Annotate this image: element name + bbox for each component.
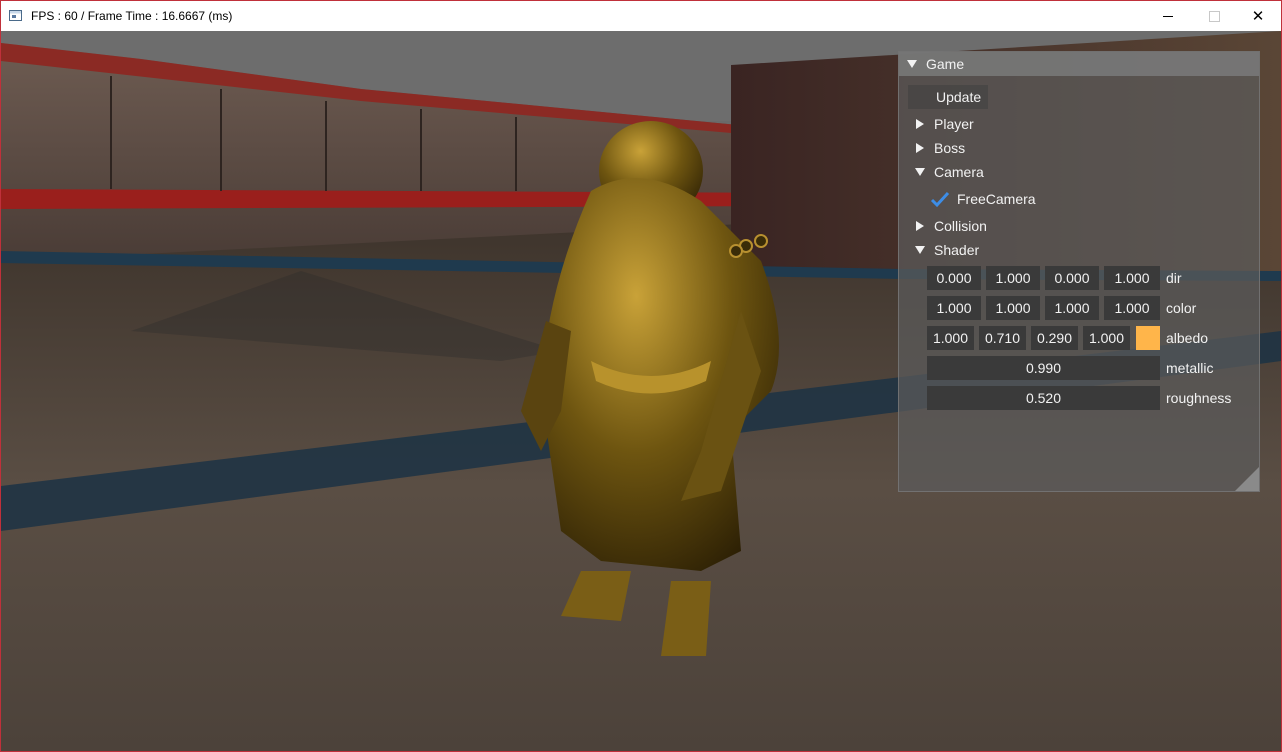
- game-panel[interactable]: Game Update Player Boss Camera FreeCamer…: [898, 51, 1260, 492]
- albedo-b-input[interactable]: 0.290: [1031, 326, 1078, 350]
- app-icon: [9, 10, 22, 21]
- window-title: FPS : 60 / Frame Time : 16.6667 (ms): [31, 9, 233, 23]
- tree-node-collision[interactable]: Collision: [934, 218, 987, 234]
- collapse-icon[interactable]: [907, 60, 917, 68]
- tree-node-boss[interactable]: Boss: [934, 140, 965, 156]
- close-button[interactable]: ✕: [1235, 1, 1281, 31]
- panel-title: Game: [926, 56, 965, 72]
- albedo-a-input[interactable]: 1.000: [1083, 326, 1130, 350]
- tree-arrow-right-icon[interactable]: [916, 221, 924, 231]
- color-b-input[interactable]: 1.000: [1045, 296, 1099, 320]
- free-camera-label: FreeCamera: [957, 191, 1036, 207]
- maximize-icon: [1208, 10, 1220, 22]
- albedo-g-input[interactable]: 0.710: [979, 326, 1026, 350]
- metallic-slider[interactable]: 0.990: [927, 356, 1160, 380]
- close-icon: ✕: [1251, 7, 1265, 25]
- color-g-input[interactable]: 1.000: [986, 296, 1040, 320]
- update-button-label: Update: [936, 89, 982, 105]
- roughness-label: roughness: [1166, 390, 1232, 406]
- tree-arrow-right-icon[interactable]: [916, 143, 924, 153]
- title-bar[interactable]: FPS : 60 / Frame Time : 16.6667 (ms) ✕: [1, 1, 1281, 31]
- dir-label: dir: [1166, 270, 1182, 286]
- tree-arrow-down-icon[interactable]: [915, 168, 925, 176]
- tree-node-player[interactable]: Player: [934, 116, 974, 132]
- free-camera-checkbox[interactable]: [930, 191, 950, 209]
- panel-header[interactable]: Game: [899, 52, 1259, 76]
- resize-grip[interactable]: [1235, 467, 1259, 491]
- albedo-r-input[interactable]: 1.000: [927, 326, 974, 350]
- color-a-input[interactable]: 1.000: [1104, 296, 1160, 320]
- albedo-color-swatch[interactable]: [1136, 326, 1160, 350]
- dir-x-input[interactable]: 0.000: [927, 266, 981, 290]
- roughness-slider[interactable]: 0.520: [927, 386, 1160, 410]
- dir-y-input[interactable]: 1.000: [986, 266, 1040, 290]
- tree-node-shader[interactable]: Shader: [934, 242, 979, 258]
- tree-node-camera[interactable]: Camera: [934, 164, 984, 180]
- dir-w-input[interactable]: 1.000: [1104, 266, 1160, 290]
- albedo-label: albedo: [1166, 330, 1209, 346]
- tree-arrow-down-icon[interactable]: [915, 246, 925, 254]
- minimize-button[interactable]: [1145, 1, 1191, 31]
- tree-arrow-right-icon[interactable]: [916, 119, 924, 129]
- dir-z-input[interactable]: 0.000: [1045, 266, 1099, 290]
- color-label: color: [1166, 300, 1197, 316]
- app-window: FPS : 60 / Frame Time : 16.6667 (ms) ✕ G…: [0, 0, 1282, 752]
- metallic-label: metallic: [1166, 360, 1214, 376]
- minimize-icon: [1163, 15, 1173, 17]
- maximize-button[interactable]: [1191, 1, 1237, 31]
- checkmark-icon: [930, 191, 950, 208]
- color-r-input[interactable]: 1.000: [927, 296, 981, 320]
